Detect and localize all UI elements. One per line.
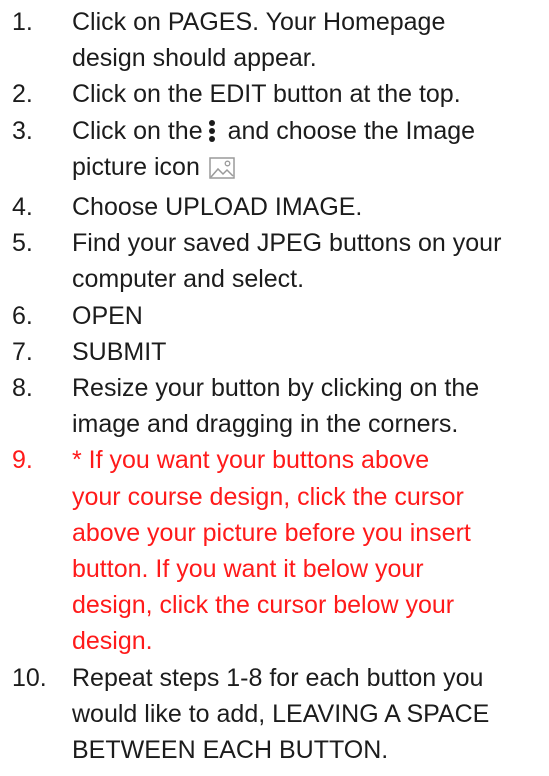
step-text: Click on the EDIT button at the top.	[72, 76, 549, 112]
step-text-line: button. If you want it below your	[72, 555, 424, 584]
step-text-segment: and choose the Image	[227, 116, 476, 145]
step-1: 1. Click on PAGES. Your Homepage design …	[0, 4, 549, 76]
step-text-line: computer and select.	[72, 265, 305, 294]
step-text: Repeat steps 1-8 for each button you wou…	[72, 660, 549, 769]
step-text-line: Click on the and choose the Image	[72, 113, 543, 149]
step-text-line: design.	[72, 627, 153, 656]
step-10: 10. Repeat steps 1-8 for each button you…	[0, 660, 549, 769]
step-text-line: your course design, click the cursor	[72, 482, 464, 511]
step-number: 5.	[12, 229, 33, 258]
step-text-segment: picture icon	[72, 152, 200, 181]
step-3: 3. Click on the and choose the Image pict…	[0, 113, 549, 189]
step-6: 6. OPEN	[0, 298, 549, 334]
step-number: 7.	[12, 337, 33, 366]
step-text-line: design should appear.	[72, 44, 317, 73]
step-number: 3.	[12, 116, 33, 145]
step-number: 1.	[12, 8, 33, 36]
step-text: Find your saved JPEG buttons on your com…	[72, 225, 549, 297]
step-text: Click on PAGES. Your Homepage design sho…	[72, 4, 549, 76]
image-icon	[209, 153, 235, 189]
step-text-segment: Click on the	[72, 116, 203, 145]
step-text-line: would like to add, LEAVING A SPACE	[72, 699, 490, 728]
step-4: 4. Choose UPLOAD IMAGE.	[0, 189, 549, 225]
step-text-line: design, click the cursor below your	[72, 591, 455, 620]
step-number: 8.	[12, 374, 33, 403]
step-text-line: BETWEEN EACH BUTTON.	[72, 736, 389, 765]
step-text-line: Resize your button by clicking on the	[72, 374, 480, 403]
step-number: 2.	[12, 80, 33, 109]
step-8: 8. Resize your button by clicking on the…	[0, 370, 549, 442]
step-text-line: * If you want your buttons above	[72, 446, 430, 475]
step-text-line: Find your saved JPEG buttons on your	[72, 229, 502, 258]
step-5: 5. Find your saved JPEG buttons on your …	[0, 225, 549, 297]
step-text-line: picture icon	[72, 149, 543, 189]
step-text: Choose UPLOAD IMAGE.	[72, 189, 549, 225]
step-number: 10.	[12, 663, 47, 692]
step-number: 4.	[12, 193, 33, 222]
kebab-menu-icon	[208, 119, 216, 142]
step-text-line: Click on the EDIT button at the top.	[72, 80, 461, 109]
step-text: OPEN	[72, 298, 549, 334]
instruction-list: 1. Click on PAGES. Your Homepage design …	[0, 4, 549, 768]
step-text: SUBMIT	[72, 334, 549, 370]
step-7: 7. SUBMIT	[0, 334, 549, 370]
step-text: Click on the and choose the Image picture…	[72, 113, 549, 189]
step-number: 9.	[12, 446, 33, 475]
step-text-line: SUBMIT	[72, 337, 167, 366]
step-9-note: 9. * If you want your buttons above your…	[0, 442, 549, 659]
step-number: 6.	[12, 301, 33, 330]
step-2: 2. Click on the EDIT button at the top.	[0, 76, 549, 112]
step-text-line: above your picture before you insert	[72, 518, 471, 547]
step-text-line: Choose UPLOAD IMAGE.	[72, 193, 363, 222]
step-text-line: image and dragging in the corners.	[72, 410, 459, 439]
step-text-line: OPEN	[72, 301, 143, 330]
step-text: Resize your button by clicking on the im…	[72, 370, 549, 442]
step-text-line: Click on PAGES. Your Homepage	[72, 8, 446, 36]
step-text: * If you want your buttons above your co…	[72, 442, 549, 659]
step-text-line: Repeat steps 1-8 for each button you	[72, 663, 484, 692]
